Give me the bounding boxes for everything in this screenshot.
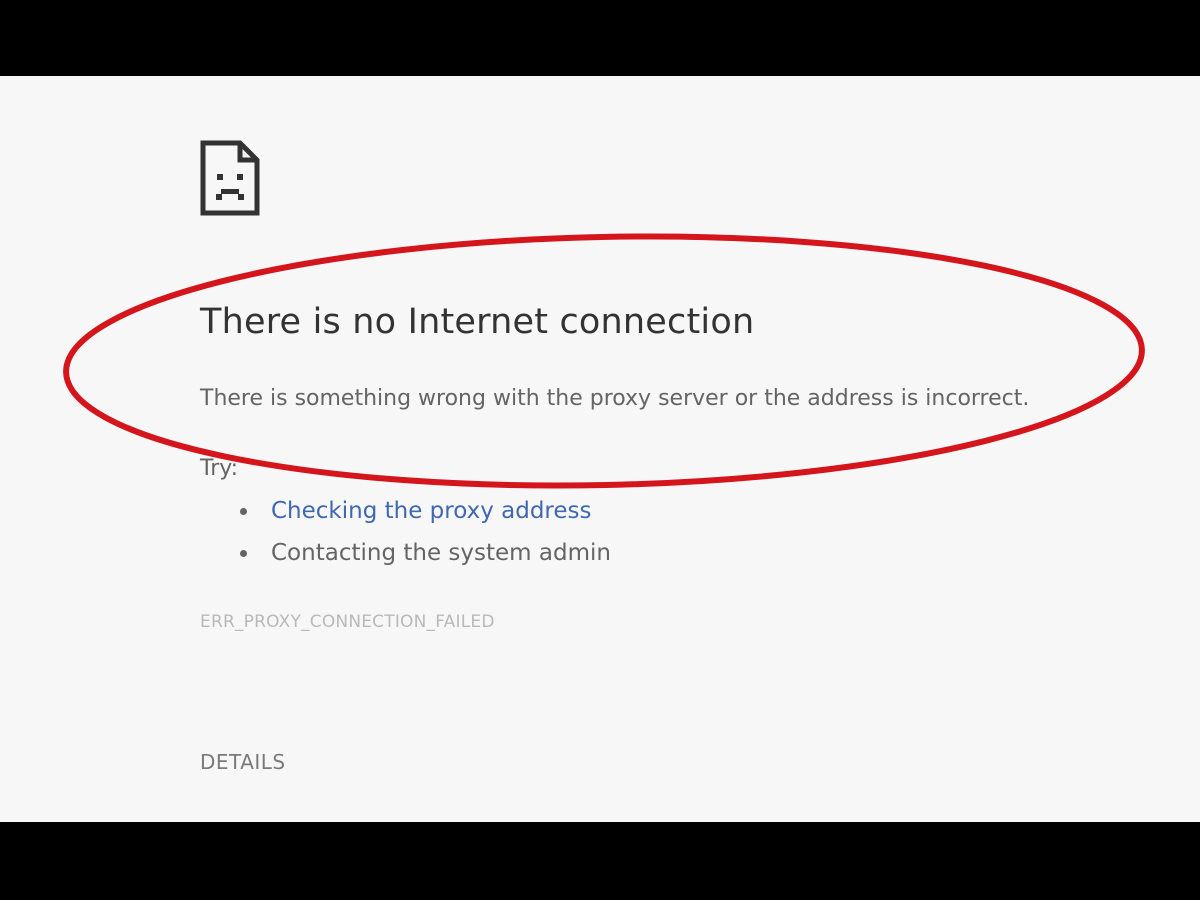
error-code: ERR_PROXY_CONNECTION_FAILED [200,612,495,632]
bullet-icon [240,508,247,515]
sad-page-icon [200,140,260,216]
error-message: There is something wrong with the proxy … [200,386,1030,411]
suggestion-list: Checking the proxy address Contacting th… [240,494,611,578]
suggestion-item-proxy-address: Checking the proxy address [240,494,611,536]
error-title: There is no Internet connection [200,302,755,342]
bullet-icon [240,550,247,557]
check-proxy-address-link[interactable]: Checking the proxy address [271,498,592,524]
video-frame: There is no Internet connection There is… [0,0,1200,900]
contact-system-admin-text: Contacting the system admin [271,540,611,566]
suggestion-item-system-admin: Contacting the system admin [240,536,611,578]
error-page: There is no Internet connection There is… [0,76,1200,822]
try-label: Try: [200,456,239,481]
details-button[interactable]: DETAILS [200,750,286,774]
